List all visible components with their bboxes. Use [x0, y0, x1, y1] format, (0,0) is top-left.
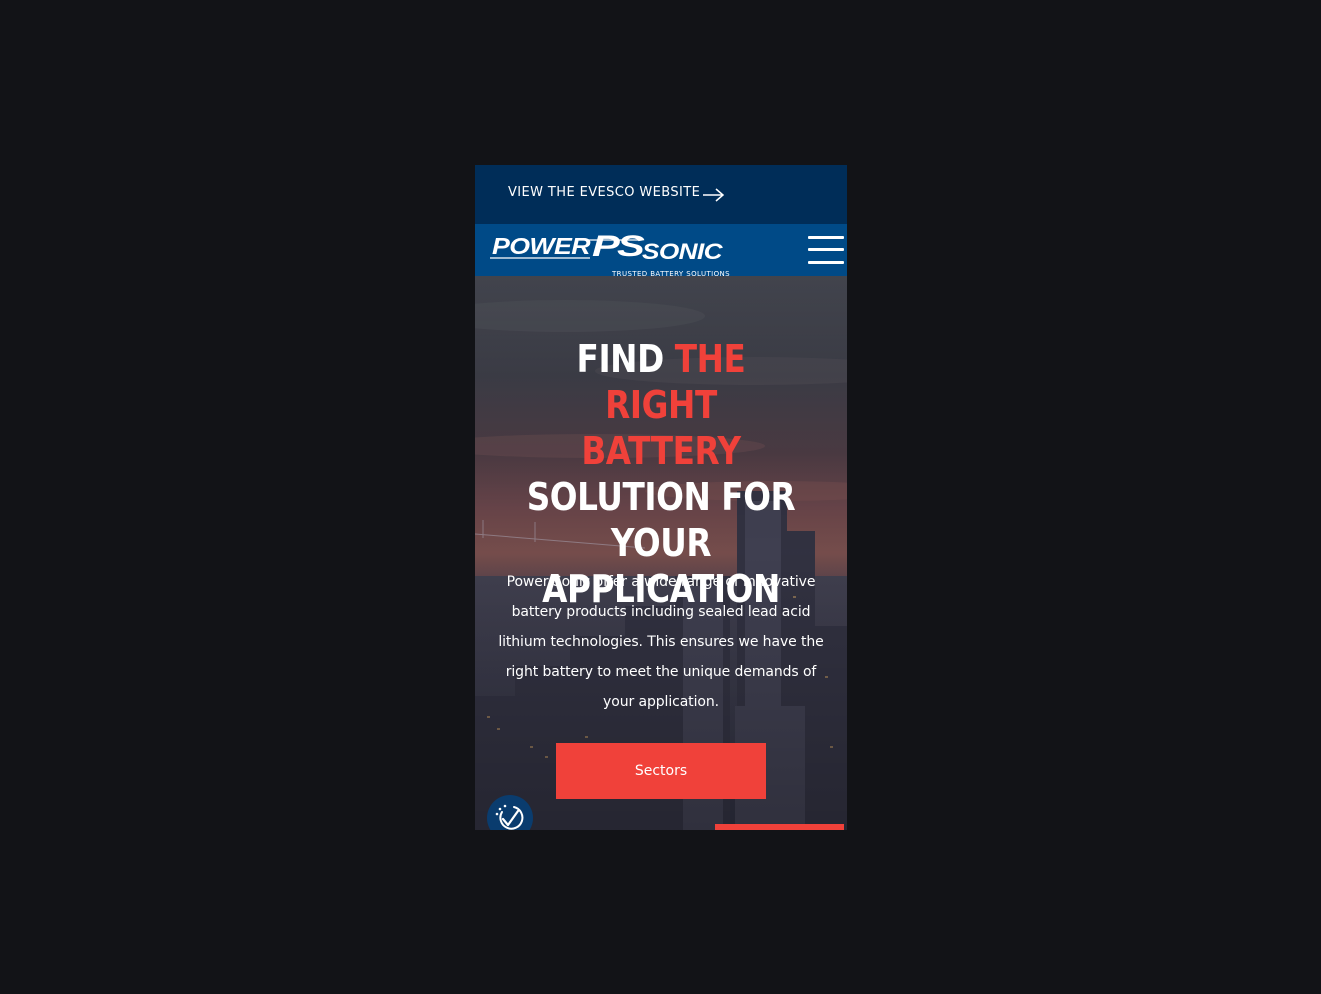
- power-sonic-logo[interactable]: POWER PS SONIC TRUSTED BATTERY SOLUTIONS: [490, 230, 730, 278]
- svg-text:SONIC: SONIC: [642, 239, 724, 264]
- hero-section: FIND THE RIGHT BATTERY SOLUTION FOR YOUR …: [475, 276, 847, 830]
- svg-text:PS: PS: [592, 232, 645, 263]
- checkmark-timer-icon[interactable]: [487, 795, 533, 830]
- hero-title-part-1: FIND: [576, 337, 675, 381]
- site-header: POWER PS SONIC TRUSTED BATTERY SOLUTIONS: [475, 224, 847, 278]
- logo-wordmark: POWER PS SONIC: [490, 230, 724, 264]
- hero-title-accent-2: BATTERY: [581, 429, 741, 473]
- floating-tab[interactable]: [715, 824, 844, 830]
- evesco-link-label: VIEW THE EVESCO WEBSITE: [508, 185, 701, 200]
- sectors-button[interactable]: Sectors: [556, 743, 766, 799]
- mobile-viewport: VIEW THE EVESCO WEBSITE POWER PS SONIC T…: [475, 165, 847, 830]
- svg-text:POWER: POWER: [492, 233, 591, 259]
- hero-description: Power Sonic offer a wide range of innova…: [498, 574, 824, 710]
- hamburger-menu-icon[interactable]: [808, 235, 844, 265]
- evesco-website-link[interactable]: VIEW THE EVESCO WEBSITE: [475, 165, 847, 224]
- arrow-right-icon: [703, 188, 725, 202]
